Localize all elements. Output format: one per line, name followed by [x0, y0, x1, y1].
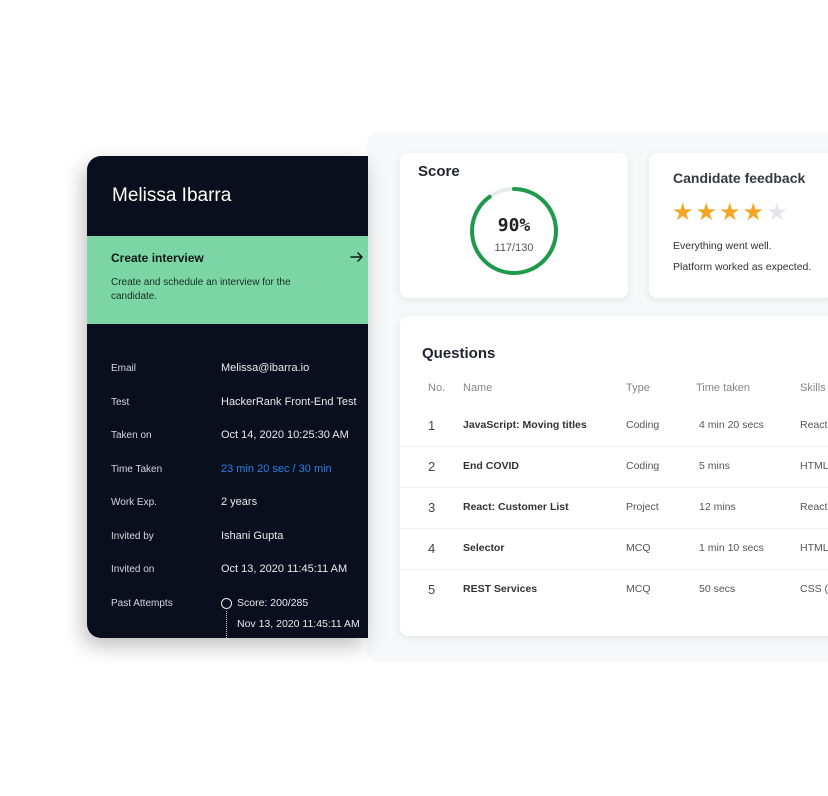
score-card: Score 90% 117/130 [400, 153, 628, 298]
question-type: MCQ [626, 542, 651, 554]
email-value[interactable]: Melissa@ibarra.io [221, 362, 309, 374]
score-percent: 90% [497, 215, 531, 236]
question-skills: React [800, 419, 828, 431]
question-type: Coding [626, 419, 660, 431]
timeline-line [226, 611, 227, 638]
candidate-feedback-card: Candidate feedback ★ ★ ★ ★ ★ Everything went… [649, 153, 828, 298]
question-name[interactable]: REST Services [463, 583, 537, 595]
star-filled-icon: ★ [719, 199, 741, 226]
work-exp-value: 2 years [221, 496, 258, 508]
candidate-card: Melissa Ibarra Create interview Create a… [87, 156, 368, 638]
column-header-name[interactable]: Name [463, 382, 492, 394]
question-time: 12 mins [699, 501, 736, 513]
question-type: Project [626, 501, 659, 513]
questions-card: Questions No. Name Type Time taken Skill… [400, 316, 828, 636]
question-name[interactable]: React: Customer List [463, 501, 569, 513]
question-skills: HTML [800, 542, 828, 554]
question-time: 50 secs [699, 583, 736, 595]
question-no: 2 [428, 459, 436, 474]
past-attempt-score[interactable]: Score: 200/285 [237, 597, 308, 609]
table-row[interactable]: 2 End COVID Coding 5 mins HTML [400, 447, 828, 488]
question-type: MCQ [626, 583, 651, 595]
score-gauge: 90% 117/130 [468, 185, 560, 277]
create-interview-title: Create interview [111, 251, 204, 265]
question-name[interactable]: JavaScript: Moving titles [463, 419, 587, 431]
question-skills: CSS (In [800, 583, 828, 595]
question-no: 5 [428, 582, 436, 597]
test-value: HackerRank Front-End Test [221, 396, 357, 408]
work-exp-label: Work Exp. [111, 497, 157, 508]
star-empty-icon: ★ [766, 199, 788, 226]
timeline-dot-icon [221, 598, 232, 609]
questions-table-header: No. Name Type Time taken Skills [400, 374, 828, 404]
invited-by-value: Ishani Gupta [221, 530, 284, 542]
question-type: Coding [626, 460, 660, 472]
past-attempt-date: Nov 13, 2020 11:45:11 AM [237, 618, 360, 630]
table-row[interactable]: 3 React: Customer List Project 12 mins R… [400, 488, 828, 529]
question-skills: HTML [800, 460, 828, 472]
question-no: 1 [428, 418, 436, 433]
column-header-skills[interactable]: Skills [800, 382, 826, 394]
question-skills: React [800, 501, 828, 513]
table-row[interactable]: 4 Selector MCQ 1 min 10 secs HTML [400, 529, 828, 570]
star-filled-icon: ★ [695, 199, 718, 226]
question-no: 4 [428, 541, 436, 556]
star-filled-icon: ★ [672, 199, 694, 226]
arrow-right-icon[interactable] [349, 249, 365, 265]
time-taken-label: Time Taken [111, 464, 163, 475]
create-interview-description: Create and schedule an interview for the… [111, 277, 291, 302]
invited-by-label: Invited by [111, 531, 154, 542]
invited-on-label: Invited on [111, 564, 155, 575]
question-time: 1 min 10 secs [699, 542, 764, 554]
question-name[interactable]: End COVID [463, 460, 519, 472]
feedback-line: Everything went well. [673, 240, 772, 252]
table-row[interactable]: 1 JavaScript: Moving titles Coding 4 min… [400, 406, 828, 447]
create-interview-button[interactable]: Create interview Create and schedule an … [87, 236, 368, 324]
score-fraction: 117/130 [494, 242, 534, 254]
question-time: 5 mins [699, 460, 730, 472]
column-header-no[interactable]: No. [428, 382, 445, 394]
question-no: 3 [428, 500, 436, 515]
candidate-name: Melissa Ibarra [112, 185, 232, 206]
column-header-type[interactable]: Type [626, 382, 650, 394]
time-taken-value[interactable]: 23 min 20 sec / 30 min [221, 463, 332, 475]
question-name[interactable]: Selector [463, 542, 504, 554]
taken-on-label: Taken on [111, 430, 152, 441]
column-header-time-taken[interactable]: Time taken [696, 382, 750, 394]
rating-stars: ★ ★ ★ ★ ★ [672, 201, 788, 225]
past-attempts-label: Past Attempts [111, 598, 173, 609]
feedback-title: Candidate feedback [673, 170, 806, 186]
table-row[interactable]: 5 REST Services MCQ 50 secs CSS (In [400, 570, 828, 610]
feedback-line: Platform worked as expected. [673, 261, 812, 273]
invited-on-value: Oct 13, 2020 11:45:11 AM [221, 563, 348, 575]
questions-title: Questions [422, 345, 496, 362]
star-filled-icon: ★ [742, 199, 765, 226]
question-time: 4 min 20 secs [699, 419, 764, 431]
score-title: Score [418, 163, 460, 180]
test-label: Test [111, 397, 130, 408]
taken-on-value: Oct 14, 2020 10:25:30 AM [221, 429, 349, 441]
email-label: Email [111, 363, 137, 374]
